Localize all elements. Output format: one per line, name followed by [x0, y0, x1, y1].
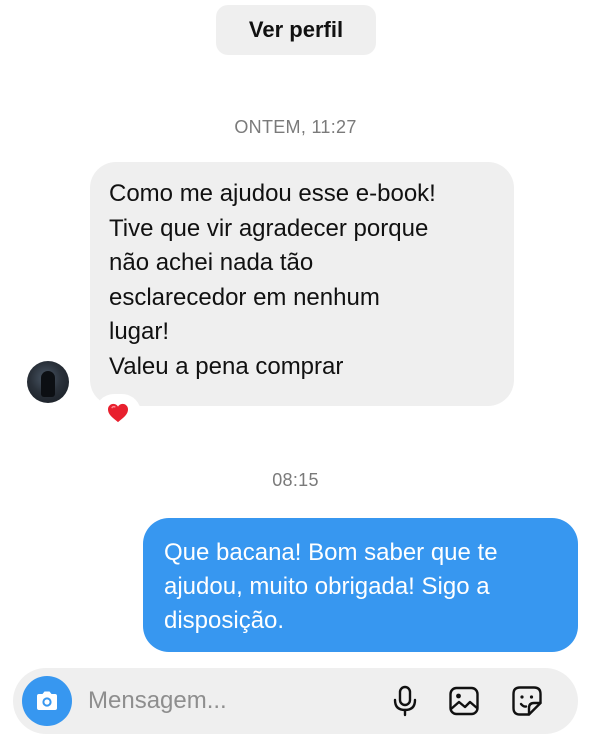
message-line: Valeu a pena comprar — [109, 352, 344, 380]
sticker-button[interactable] — [509, 683, 545, 719]
message-line: disposição. — [164, 607, 285, 634]
timestamp-today: 08:15 — [272, 470, 319, 490]
message-line: Como me ajudou esse e-book! — [109, 180, 436, 207]
message-input[interactable] — [88, 682, 368, 720]
message-line: lugar! — [109, 318, 170, 345]
incoming-message-bubble[interactable]: Como me ajudou esse e-book! Tive que vir… — [90, 162, 514, 406]
gallery-icon — [449, 686, 479, 716]
message-line: não achei nada tão — [109, 249, 314, 276]
timestamp-yesterday: ONTEM, 11:27 — [234, 117, 357, 137]
heart-reaction[interactable] — [97, 396, 139, 430]
camera-icon — [37, 691, 57, 710]
microphone-icon — [393, 685, 417, 717]
avatar[interactable] — [27, 361, 69, 403]
message-line: Que bacana! Bom saber que te — [164, 539, 498, 566]
sticker-icon — [512, 686, 542, 716]
view-profile-button[interactable]: Ver perfil — [216, 5, 376, 55]
outgoing-message-bubble[interactable]: Que bacana! Bom saber que te ajudou, mui… — [143, 518, 578, 652]
message-line: ajudou, muito obrigada! Sigo a — [164, 573, 490, 600]
heart-icon — [108, 403, 128, 423]
message-line: Tive que vir agradecer porque — [109, 214, 429, 242]
microphone-button[interactable] — [387, 683, 423, 719]
message-line: esclarecedor em nenhum — [109, 283, 380, 311]
camera-button[interactable] — [22, 676, 72, 726]
message-composer — [13, 668, 578, 734]
gallery-button[interactable] — [446, 683, 482, 719]
